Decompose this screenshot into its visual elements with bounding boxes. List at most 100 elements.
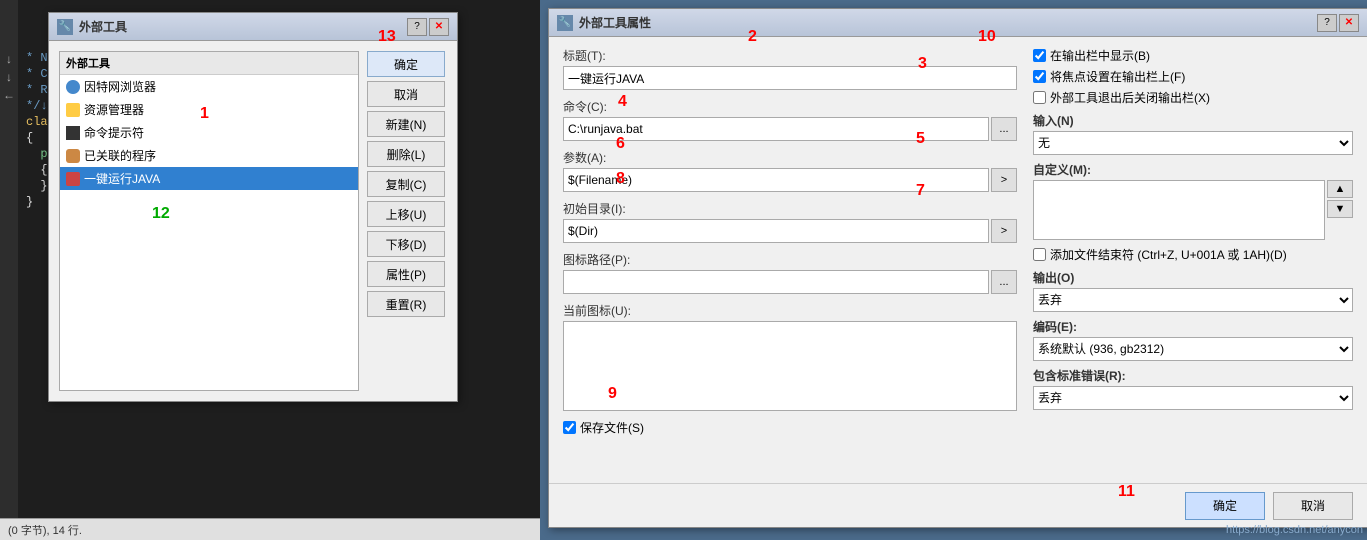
cancel-button[interactable]: 取消: [367, 81, 445, 107]
args-browse-button[interactable]: >: [991, 168, 1017, 192]
reset-button[interactable]: 重置(R): [367, 291, 445, 317]
define-textarea[interactable]: [1033, 180, 1325, 240]
browser-icon: [66, 80, 80, 94]
tool-item-browser[interactable]: 因特网浏览器: [60, 75, 358, 98]
output-section-label: 输出(O): [1033, 269, 1353, 286]
closeoutput-checkbox[interactable]: [1033, 91, 1046, 104]
tool-properties-dialog: 🔧 外部工具属性 ? ✕ 标题(T): 命令(C): ... 参数(A):: [548, 8, 1367, 528]
showinoutput-checkbox[interactable]: [1033, 49, 1046, 62]
title-row: 标题(T):: [563, 47, 1017, 90]
savefile-row: 保存文件(S): [563, 419, 1017, 436]
dialog2-left: 标题(T): 命令(C): ... 参数(A): > 初始目录(I):: [563, 47, 1017, 473]
workdir-input[interactable]: [563, 219, 989, 243]
tool-list-header: 外部工具: [60, 52, 358, 75]
includestderr-section-label: 包含标准错误(R):: [1033, 367, 1353, 384]
editor-gutter: ↓ ↓ ←: [0, 0, 18, 540]
dialog2-icon: 🔧: [557, 15, 573, 31]
dialog2-cancel-button[interactable]: 取消: [1273, 492, 1353, 520]
includestderr-select[interactable]: 丢弃: [1033, 386, 1353, 410]
tool-item-cmd-label: 命令提示符: [84, 124, 144, 141]
focusoutput-row: 将焦点设置在输出栏上(F): [1033, 68, 1353, 85]
output-select[interactable]: 丢弃: [1033, 288, 1353, 312]
arrow-down-1: ↓: [6, 50, 12, 68]
define-btns: ▲ ▼: [1327, 180, 1353, 240]
icon-area: [563, 321, 1017, 411]
delete-button[interactable]: 删除(L): [367, 141, 445, 167]
dialog1-titlebar: 🔧 外部工具 ? ✕: [49, 13, 457, 41]
dialog2-titlebar: 🔧 外部工具属性 ? ✕: [549, 9, 1367, 37]
closeoutput-label: 外部工具退出后关闭输出栏(X): [1050, 89, 1210, 106]
title-input[interactable]: [563, 66, 1017, 90]
savefile-checkbox-row: 保存文件(S): [563, 419, 1017, 436]
savefile-checkbox[interactable]: [563, 421, 576, 434]
workdir-input-row: >: [563, 219, 1017, 243]
folder-icon: [66, 103, 80, 117]
copy-button[interactable]: 复制(C): [367, 171, 445, 197]
tool-item-browser-label: 因特网浏览器: [84, 78, 156, 95]
dialog2-right: 在输出栏中显示(B) 将焦点设置在输出栏上(F) 外部工具退出后关闭输出栏(X)…: [1033, 47, 1353, 473]
dialog2-close-button[interactable]: ✕: [1339, 14, 1359, 32]
args-label: 参数(A):: [563, 149, 1017, 166]
external-tools-dialog: 🔧 外部工具 ? ✕ 外部工具 因特网浏览器 资源管理器 命令提示符: [48, 12, 458, 402]
tool-item-java-label: 一键运行JAVA: [84, 170, 160, 187]
dialog2-body: 标题(T): 命令(C): ... 参数(A): > 初始目录(I):: [549, 37, 1367, 483]
encoding-select[interactable]: 系统默认 (936, gb2312): [1033, 337, 1353, 361]
command-browse-button[interactable]: ...: [991, 117, 1017, 141]
dialog1-body: 外部工具 因特网浏览器 资源管理器 命令提示符 已关联的程序: [49, 41, 457, 401]
dialog1-title-buttons: ? ✕: [407, 18, 449, 36]
tool-item-linked-label: 已关联的程序: [84, 147, 156, 164]
define-up-button[interactable]: ▲: [1327, 180, 1353, 198]
showinoutput-row: 在输出栏中显示(B): [1033, 47, 1353, 64]
props-button[interactable]: 属性(P): [367, 261, 445, 287]
tool-item-explorer[interactable]: 资源管理器: [60, 98, 358, 121]
tool-item-java[interactable]: 一键运行JAVA: [60, 167, 358, 190]
dialog2-help-button[interactable]: ?: [1317, 14, 1337, 32]
dialog1-title: 外部工具: [79, 18, 127, 35]
arrow-down-2: ↓: [6, 68, 12, 86]
iconpath-browse-button[interactable]: ...: [991, 270, 1017, 294]
down-button[interactable]: 下移(D): [367, 231, 445, 257]
java-icon: [66, 172, 80, 186]
workdir-row: 初始目录(I): >: [563, 200, 1017, 243]
dialog2-ok-button[interactable]: 确定: [1185, 492, 1265, 520]
currenticon-row: 当前图标(U):: [563, 302, 1017, 411]
dialog1-help-button[interactable]: ?: [407, 18, 427, 36]
title-label: 标题(T):: [563, 47, 1017, 64]
define-section-label: 自定义(M):: [1033, 161, 1353, 178]
define-down-button[interactable]: ▼: [1327, 200, 1353, 218]
addeof-checkbox[interactable]: [1033, 248, 1046, 261]
input-select[interactable]: 无: [1033, 131, 1353, 155]
workdir-browse-button[interactable]: >: [991, 219, 1017, 243]
define-textarea-row: ▲ ▼: [1033, 180, 1353, 240]
link-icon: [66, 149, 80, 163]
up-button[interactable]: 上移(U): [367, 201, 445, 227]
dialog1-buttons: 确定 取消 新建(N) 删除(L) 复制(C) 上移(U) 下移(D) 属性(P…: [367, 51, 447, 391]
args-input[interactable]: [563, 168, 989, 192]
input-section-label: 输入(N): [1033, 112, 1353, 129]
focusoutput-label: 将焦点设置在输出栏上(F): [1050, 68, 1185, 85]
status-bar: (0 字节), 14 行.: [0, 518, 540, 540]
tool-list-panel: 外部工具 因特网浏览器 资源管理器 命令提示符 已关联的程序: [59, 51, 359, 391]
tool-item-cmd[interactable]: 命令提示符: [60, 121, 358, 144]
iconpath-input[interactable]: [563, 270, 989, 294]
command-input[interactable]: [563, 117, 989, 141]
closeoutput-row: 外部工具退出后关闭输出栏(X): [1033, 89, 1353, 106]
savefile-label: 保存文件(S): [580, 419, 644, 436]
new-button[interactable]: 新建(N): [367, 111, 445, 137]
dialog1-close-button[interactable]: ✕: [429, 18, 449, 36]
addeof-label: 添加文件结束符 (Ctrl+Z, U+001A 或 1AH)(D): [1050, 246, 1287, 263]
arrow-left: ←: [3, 86, 15, 104]
tool-item-linked[interactable]: 已关联的程序: [60, 144, 358, 167]
iconpath-input-row: ...: [563, 270, 1017, 294]
args-row: 参数(A): >: [563, 149, 1017, 192]
tool-item-explorer-label: 资源管理器: [84, 101, 144, 118]
encoding-section-label: 编码(E):: [1033, 318, 1353, 335]
iconpath-row: 图标路径(P): ...: [563, 251, 1017, 294]
currenticon-label: 当前图标(U):: [563, 302, 1017, 319]
dialog1-icon: 🔧: [57, 19, 73, 35]
focusoutput-checkbox[interactable]: [1033, 70, 1046, 83]
addeof-row: 添加文件结束符 (Ctrl+Z, U+001A 或 1AH)(D): [1033, 246, 1353, 263]
cmd-icon: [66, 126, 80, 140]
showinoutput-label: 在输出栏中显示(B): [1050, 47, 1150, 64]
ok-button[interactable]: 确定: [367, 51, 445, 77]
